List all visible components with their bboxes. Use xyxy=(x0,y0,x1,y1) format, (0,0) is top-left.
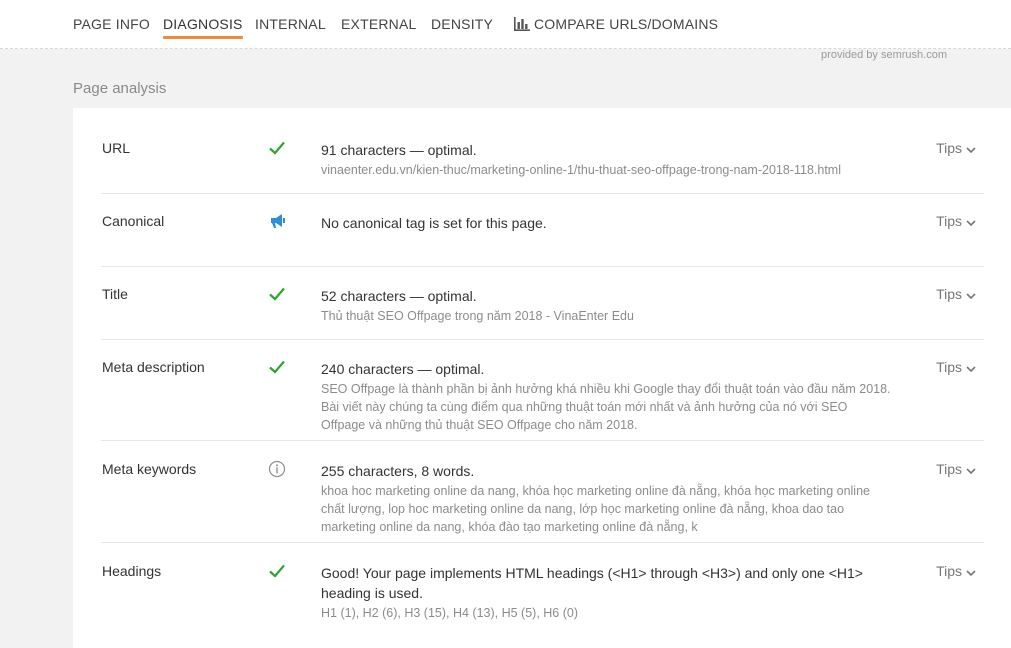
chevron-down-icon xyxy=(966,570,976,577)
row-content: 52 characters — optimal. Thủ thuật SEO O… xyxy=(321,286,891,325)
tips-label: Tips xyxy=(936,286,962,302)
check-icon xyxy=(269,287,285,301)
tab-compare-urls-domains[interactable]: COMPARE URLS/DOMAINS xyxy=(514,16,718,32)
megaphone-icon xyxy=(271,214,285,228)
tab-compare-label: COMPARE URLS/DOMAINS xyxy=(534,16,719,32)
row-label: URL xyxy=(102,140,131,156)
chevron-down-icon xyxy=(966,147,976,154)
row-content: Good! Your page implements HTML headings… xyxy=(321,563,891,622)
row-sub-text: vinaenter.edu.vn/kien-thuc/marketing-onl… xyxy=(321,163,841,177)
row-content: 91 characters — optimal. vinaenter.edu.v… xyxy=(321,140,891,179)
chevron-down-icon xyxy=(966,366,976,373)
chevron-down-icon xyxy=(966,468,976,475)
row-main-text: 91 characters — optimal. xyxy=(321,142,477,158)
tips-label: Tips xyxy=(936,359,962,375)
row-content: 240 characters — optimal. SEO Offpage là… xyxy=(321,359,891,434)
tips-label: Tips xyxy=(936,140,962,156)
analysis-row-canonical: Canonical No canonical tag is set for th… xyxy=(101,213,984,267)
tab-density[interactable]: DENSITY xyxy=(431,16,493,32)
tab-internal[interactable]: INTERNAL xyxy=(255,16,326,32)
row-main-text: No canonical tag is set for this page. xyxy=(321,215,547,231)
analysis-row-title: Title 52 characters — optimal. Thủ thuật… xyxy=(101,286,984,340)
provided-by-text: provided by semrush.com xyxy=(821,49,947,61)
tab-external[interactable]: EXTERNAL xyxy=(341,16,417,32)
analysis-panel: URL 91 characters — optimal. vinaenter.e… xyxy=(73,108,1011,648)
row-content: No canonical tag is set for this page. xyxy=(321,213,891,233)
tab-diagnosis[interactable]: DIAGNOSIS xyxy=(163,16,243,39)
row-label: Title xyxy=(102,286,128,302)
check-icon xyxy=(269,141,285,155)
check-icon xyxy=(269,564,285,578)
row-content: 255 characters, 8 words. khoa hoc market… xyxy=(321,461,891,536)
row-sub-text: H1 (1), H2 (6), H3 (15), H4 (13), H5 (5)… xyxy=(321,606,579,620)
tips-button[interactable]: Tips xyxy=(936,461,976,477)
row-sub-text: SEO Offpage là thành phần bị ảnh hưởng k… xyxy=(321,382,891,432)
row-label: Meta description xyxy=(102,359,205,375)
section-title: Page analysis xyxy=(73,80,167,97)
row-main-text: 52 characters — optimal. xyxy=(321,288,477,304)
row-main-text: Good! Your page implements HTML headings… xyxy=(321,565,863,601)
analysis-row-headings: Headings Good! Your page implements HTML… xyxy=(101,563,984,633)
bar-chart-icon xyxy=(514,17,530,31)
row-label: Headings xyxy=(102,563,162,579)
row-sub-text: khoa hoc marketing online da nang, khóa … xyxy=(321,484,870,534)
analysis-row-meta-keywords: Meta keywords 255 characters, 8 words. k… xyxy=(101,460,984,543)
tips-label: Tips xyxy=(936,461,962,477)
row-main-text: 240 characters — optimal. xyxy=(321,361,485,377)
analysis-row-url: URL 91 characters — optimal. vinaenter.e… xyxy=(101,140,984,194)
tips-label: Tips xyxy=(936,563,962,579)
info-icon xyxy=(268,460,286,478)
tips-button[interactable]: Tips xyxy=(936,563,976,579)
analysis-row-meta-description: Meta description 240 characters — optima… xyxy=(101,359,984,441)
chevron-down-icon xyxy=(966,220,976,227)
tips-button[interactable]: Tips xyxy=(936,359,976,375)
tips-button[interactable]: Tips xyxy=(936,140,976,156)
tab-page-info[interactable]: PAGE INFO xyxy=(73,16,150,32)
row-label: Canonical xyxy=(102,213,165,229)
row-sub-text: Thủ thuật SEO Offpage trong năm 2018 - V… xyxy=(321,309,634,323)
tips-label: Tips xyxy=(936,213,962,229)
row-label: Meta keywords xyxy=(102,461,197,477)
tips-button[interactable]: Tips xyxy=(936,213,976,229)
check-icon xyxy=(269,360,285,374)
tips-button[interactable]: Tips xyxy=(936,286,976,302)
chevron-down-icon xyxy=(966,293,976,300)
top-nav-bar: PAGE INFO DIAGNOSIS INTERNAL EXTERNAL DE… xyxy=(0,0,1011,49)
row-main-text: 255 characters, 8 words. xyxy=(321,463,475,479)
